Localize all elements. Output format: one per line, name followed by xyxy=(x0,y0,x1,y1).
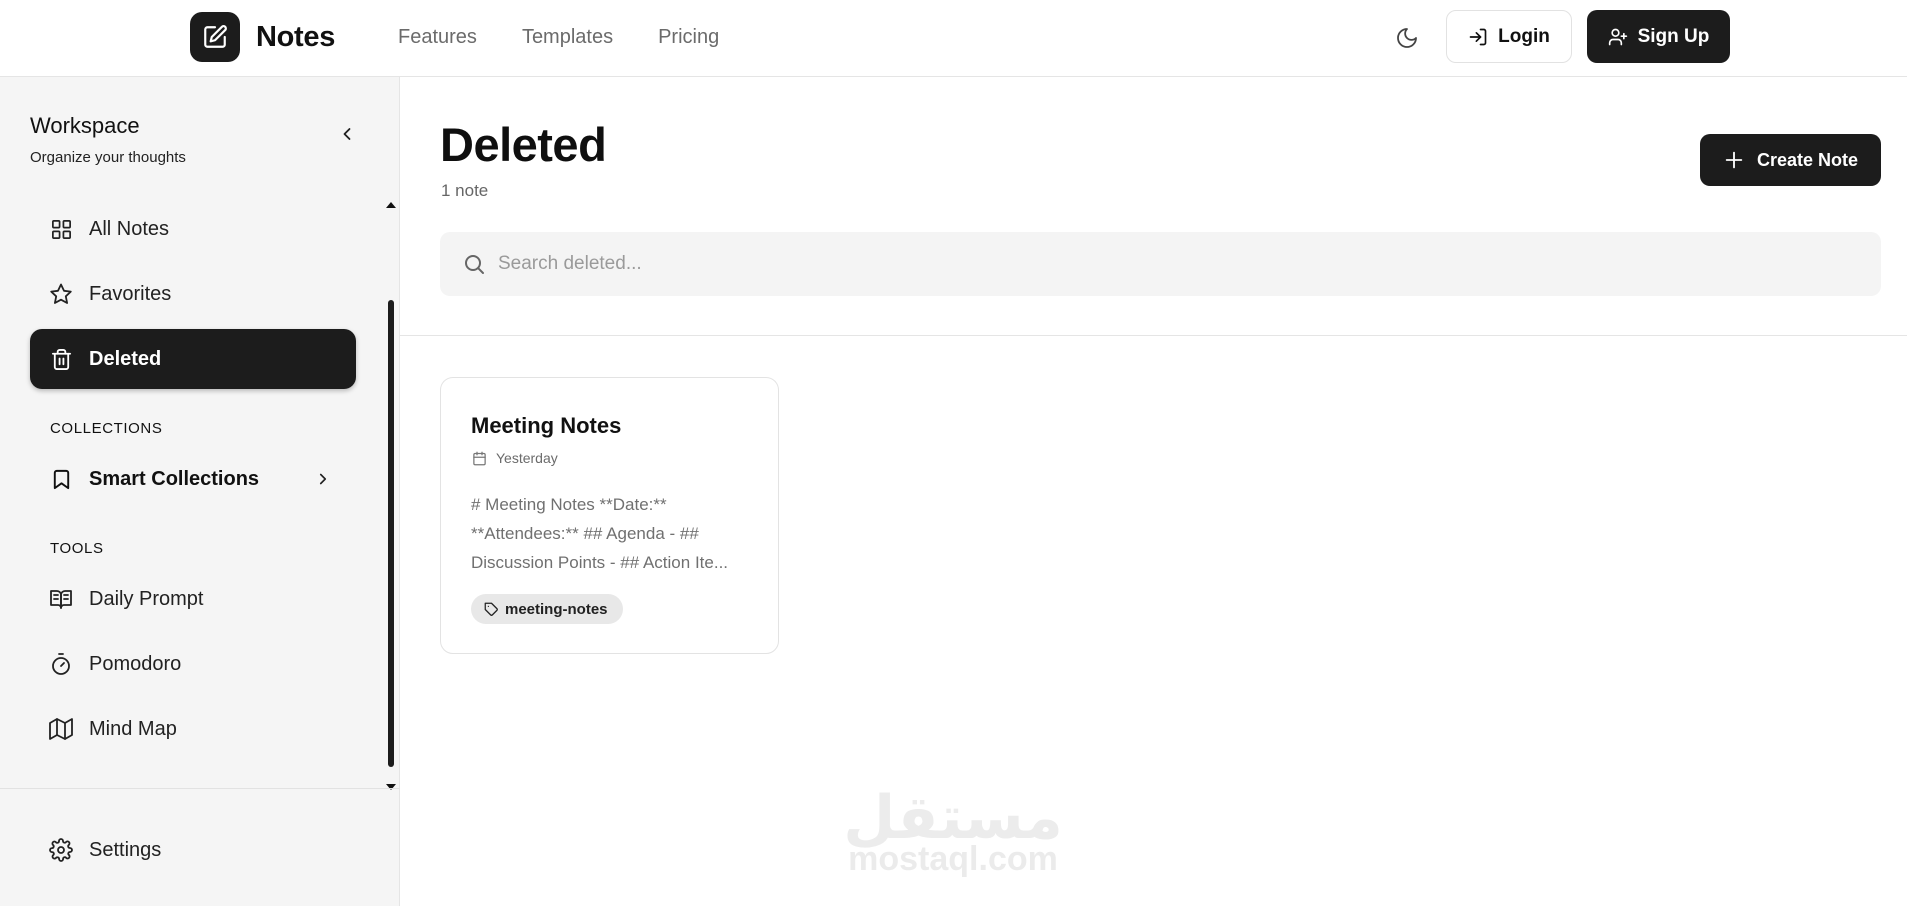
scroll-up-arrow-icon[interactable] xyxy=(386,202,396,208)
trash-icon xyxy=(49,347,73,371)
note-preview: # Meeting Notes **Date:** **Attendees:**… xyxy=(471,495,729,572)
note-tag-label: meeting-notes xyxy=(505,600,608,618)
sidebar-item-label: All Notes xyxy=(89,217,170,240)
calendar-icon xyxy=(473,451,486,465)
signup-label: Sign Up xyxy=(1637,25,1710,47)
moon-icon xyxy=(1397,28,1417,48)
star-icon xyxy=(49,282,73,306)
sidebar-item-daily-prompt[interactable]: Daily Prompt xyxy=(30,569,356,629)
search-icon xyxy=(465,255,484,274)
watermark: مستقل mostaql.com xyxy=(838,788,1068,876)
sidebar-scrollbar[interactable] xyxy=(386,202,396,794)
note-title: Meeting Notes xyxy=(471,413,622,438)
scrollbar-thumb[interactable] xyxy=(388,300,394,767)
sidebar-item-label: Mind Map xyxy=(89,717,177,740)
top-navbar: Notes Features Templates Pricing Login S… xyxy=(0,0,1907,77)
login-label: Login xyxy=(1498,25,1550,47)
signup-button[interactable]: Sign Up xyxy=(1587,10,1730,63)
theme-toggle-button[interactable] xyxy=(1391,22,1423,54)
sidebar-item-label: Pomodoro xyxy=(89,652,182,675)
note-count: 1 note xyxy=(441,181,489,200)
bookmark-icon xyxy=(49,467,73,491)
page-title: Deleted xyxy=(440,118,607,171)
brand-name: Notes xyxy=(256,20,336,53)
collapse-sidebar-button[interactable] xyxy=(336,123,358,145)
search-bar[interactable] xyxy=(440,232,1881,296)
create-note-label: Create Note xyxy=(1756,149,1859,170)
main-nav: Features Templates Pricing xyxy=(398,26,719,49)
search-input[interactable] xyxy=(498,253,1798,275)
grid-icon xyxy=(49,217,73,241)
sidebar-item-label: Favorites xyxy=(89,282,172,305)
sidebar-item-label: Smart Collections xyxy=(89,467,260,490)
section-label-collections: COLLECTIONS xyxy=(50,420,163,437)
nav-link-pricing[interactable]: Pricing xyxy=(658,26,719,49)
plus-icon xyxy=(1725,151,1743,169)
note-tag[interactable]: meeting-notes xyxy=(471,594,623,624)
sidebar-item-settings[interactable]: Settings xyxy=(30,820,356,880)
map-icon xyxy=(49,717,73,741)
login-button[interactable]: Login xyxy=(1446,10,1572,63)
workspace-title: Workspace xyxy=(30,113,140,138)
gear-icon xyxy=(49,838,73,862)
chevron-left-icon xyxy=(343,128,351,140)
sidebar-item-label: Daily Prompt xyxy=(89,587,204,610)
sidebar-item-label: Settings xyxy=(89,838,162,861)
edit-note-icon xyxy=(190,12,240,62)
user-plus-icon xyxy=(1608,28,1627,45)
log-in-icon xyxy=(1469,28,1487,45)
create-note-button[interactable]: Create Note xyxy=(1700,134,1881,186)
nav-link-templates[interactable]: Templates xyxy=(522,26,613,49)
timer-icon xyxy=(49,652,73,676)
sidebar-item-pomodoro[interactable]: Pomodoro xyxy=(30,634,356,694)
sidebar-item-deleted[interactable]: Deleted xyxy=(30,329,356,389)
workspace-subtitle: Organize your thoughts xyxy=(30,149,186,166)
section-label-tools: TOOLS xyxy=(50,540,104,557)
scroll-down-arrow-icon[interactable] xyxy=(386,784,396,790)
sidebar-item-all-notes[interactable]: All Notes xyxy=(30,199,356,259)
note-card[interactable]: Meeting Notes Yesterday # Meeting Notes … xyxy=(440,377,779,654)
tag-icon xyxy=(484,602,498,616)
watermark-latin: mostaql.com xyxy=(848,840,1058,878)
sidebar-item-label: Deleted xyxy=(89,347,162,370)
book-open-icon xyxy=(49,587,73,611)
main-content: Deleted 1 note Create Note Meeting Notes… xyxy=(400,77,1907,906)
note-date-label: Yesterday xyxy=(496,450,558,466)
sidebar-item-mind-map[interactable]: Mind Map xyxy=(30,699,356,759)
nav-link-features[interactable]: Features xyxy=(398,26,477,49)
watermark-arabic: مستقل xyxy=(843,783,1063,853)
sidebar-divider xyxy=(0,788,400,789)
brand-logo[interactable]: Notes xyxy=(190,12,335,62)
content-divider xyxy=(400,335,1907,336)
sidebar-item-favorites[interactable]: Favorites xyxy=(30,264,356,324)
sidebar: Workspace Organize your thoughts All Not… xyxy=(0,77,400,906)
sidebar-item-smart-collections[interactable]: Smart Collections xyxy=(30,449,356,509)
note-date: Yesterday xyxy=(472,450,558,466)
chevron-right-icon xyxy=(312,468,334,490)
